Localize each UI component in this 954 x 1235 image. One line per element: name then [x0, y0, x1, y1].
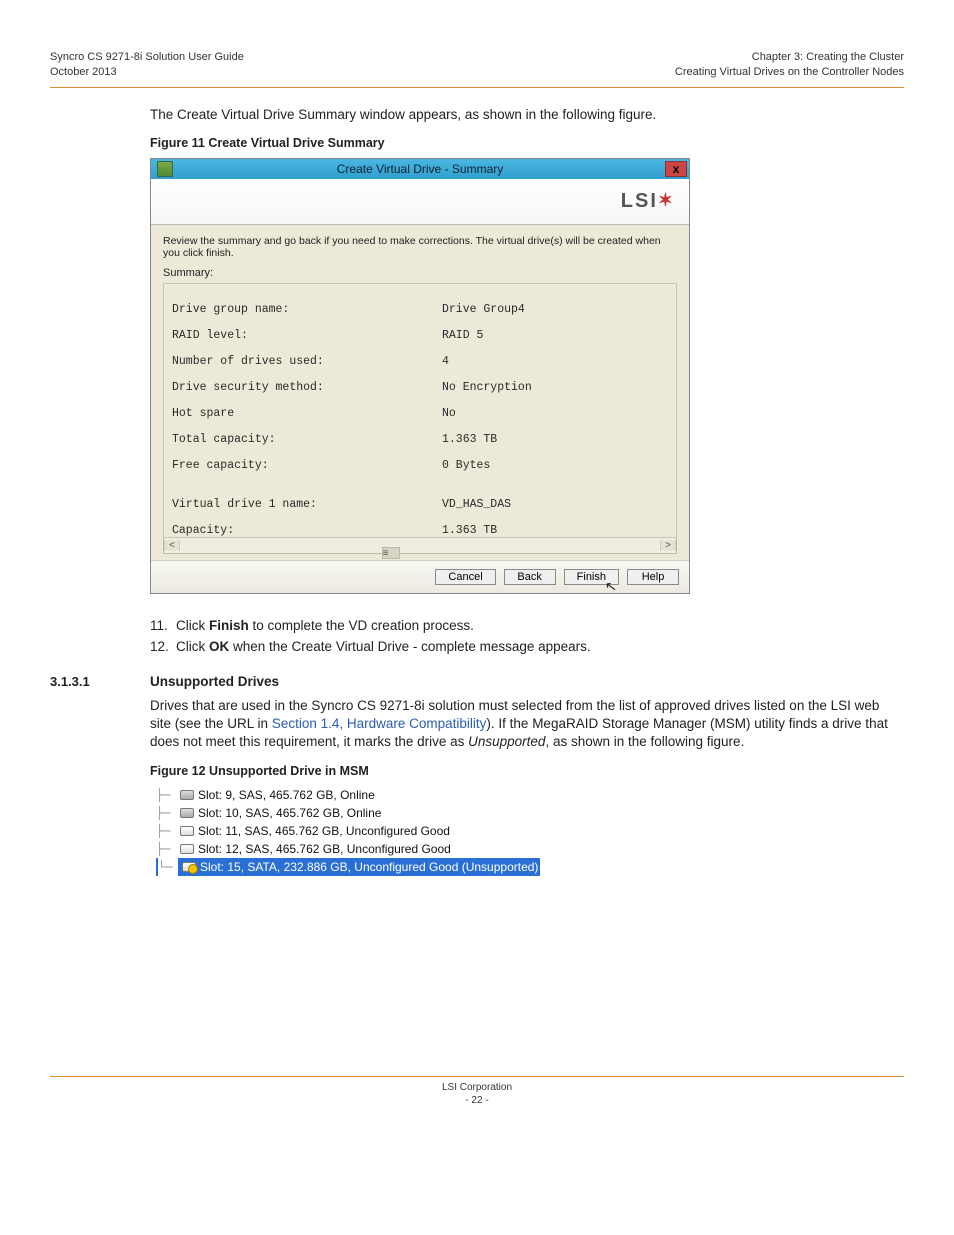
dialog-body: Review the summary and go back if you ne…	[151, 225, 689, 560]
disk-icon	[180, 844, 194, 854]
step-number: 11.	[150, 618, 176, 633]
summary-val: Drive Group4	[442, 303, 525, 316]
instruction-steps: 11. Click Finish to complete the VD crea…	[150, 618, 904, 654]
summary-label: Summary:	[163, 267, 677, 279]
header-left: Syncro CS 9271-8i Solution User Guide Oc…	[50, 50, 244, 81]
summary-val: 0 Bytes	[442, 459, 490, 472]
section-heading-row: 3.1.3.1 Unsupported Drives	[50, 674, 904, 689]
tree-connector-icon: ├─	[156, 822, 176, 840]
disk-icon	[180, 826, 194, 836]
page-header: Syncro CS 9271-8i Solution User Guide Oc…	[50, 50, 904, 81]
summary-row: Hot spareNo	[172, 407, 668, 420]
help-button[interactable]: Help	[627, 569, 679, 585]
summary-val: VD_HAS_DAS	[442, 498, 511, 511]
back-button[interactable]: Back	[504, 569, 556, 585]
lsi-logo: LSI✶	[621, 190, 675, 213]
summary-key: Hot spare	[172, 407, 442, 420]
summary-key: Number of drives used:	[172, 355, 442, 368]
step-text: Click OK when the Create Virtual Drive -…	[176, 639, 591, 654]
page-footer: LSI Corporation - 22 -	[50, 1081, 904, 1107]
step-11: 11. Click Finish to complete the VD crea…	[150, 618, 904, 633]
summary-hscrollbar[interactable]: < ≡ >	[163, 538, 677, 554]
tree-connector-icon: ├─	[156, 840, 176, 858]
summary-val: No Encryption	[442, 381, 532, 394]
summary-key: Free capacity:	[172, 459, 442, 472]
dialog-title: Create Virtual Drive - Summary	[151, 162, 689, 176]
tree-connector-icon: ├─	[156, 786, 176, 804]
section-paragraph: Drives that are used in the Syncro CS 92…	[150, 697, 904, 752]
figure-11-caption: Figure 11 Create Virtual Drive Summary	[150, 136, 904, 150]
summary-val: 1.363 TB	[442, 524, 497, 537]
doc-title: Syncro CS 9271-8i Solution User Guide	[50, 50, 244, 65]
tree-item[interactable]: ├─ Slot: 9, SAS, 465.762 GB, Online	[156, 786, 904, 804]
figure-12-caption: Figure 12 Unsupported Drive in MSM	[150, 764, 904, 778]
doc-date: October 2013	[50, 65, 244, 80]
dialog-button-row: Cancel Back Finish Help ↖	[151, 560, 689, 593]
step-12: 12. Click OK when the Create Virtual Dri…	[150, 639, 904, 654]
summary-key: RAID level:	[172, 329, 442, 342]
summary-row: Drive group name:Drive Group4	[172, 303, 668, 316]
dialog-titlebar[interactable]: Create Virtual Drive - Summary x	[151, 159, 689, 179]
summary-row: Drive security method:No Encryption	[172, 381, 668, 394]
summary-val: RAID 5	[442, 329, 483, 342]
create-vd-summary-dialog: Create Virtual Drive - Summary x LSI✶ Re…	[150, 158, 690, 594]
step-number: 12.	[150, 639, 176, 654]
summary-key: Total capacity:	[172, 433, 442, 446]
summary-key: Drive security method:	[172, 381, 442, 394]
scroll-left-arrow-icon[interactable]: <	[164, 540, 180, 551]
step-text: Click Finish to complete the VD creation…	[176, 618, 474, 633]
tree-item-label: Slot: 11, SAS, 465.762 GB, Unconfigured …	[198, 822, 450, 840]
disk-warn-icon	[182, 862, 196, 872]
footer-company: LSI Corporation	[50, 1081, 904, 1094]
tree-item-selected[interactable]: └─ Slot: 15, SATA, 232.886 GB, Unconfigu…	[156, 858, 540, 876]
tree-item-label: Slot: 15, SATA, 232.886 GB, Unconfigured…	[200, 858, 538, 876]
scroll-thumb[interactable]: ≡	[382, 547, 400, 559]
header-right: Chapter 3: Creating the Cluster Creating…	[675, 50, 904, 81]
tree-item-label: Slot: 12, SAS, 465.762 GB, Unconfigured …	[198, 840, 451, 858]
summary-val: No	[442, 407, 456, 420]
tree-connector-icon: └─	[158, 858, 178, 876]
cancel-button[interactable]: Cancel	[435, 569, 495, 585]
summary-key: Drive group name:	[172, 303, 442, 316]
intro-paragraph: The Create Virtual Drive Summary window …	[150, 106, 904, 124]
section-number: 3.1.3.1	[50, 674, 150, 689]
tree-item-label: Slot: 9, SAS, 465.762 GB, Online	[198, 786, 375, 804]
tree-connector-icon: ├─	[156, 804, 176, 822]
summary-row: Total capacity:1.363 TB	[172, 433, 668, 446]
tree-item[interactable]: ├─ Slot: 11, SAS, 465.762 GB, Unconfigur…	[156, 822, 904, 840]
summary-row: Capacity:1.363 TB	[172, 524, 668, 537]
summary-val: 4	[442, 355, 449, 368]
tree-item-label: Slot: 10, SAS, 465.762 GB, Online	[198, 804, 381, 822]
summary-key: Capacity:	[172, 524, 442, 537]
summary-val: 1.363 TB	[442, 433, 497, 446]
dialog-banner: LSI✶	[151, 179, 689, 225]
header-rule	[50, 87, 904, 88]
tree-item[interactable]: ├─ Slot: 10, SAS, 465.762 GB, Online	[156, 804, 904, 822]
disk-icon	[180, 790, 194, 800]
summary-key: Virtual drive 1 name:	[172, 498, 442, 511]
footer-page-number: - 22 -	[50, 1094, 904, 1107]
summary-row: Number of drives used:4	[172, 355, 668, 368]
summary-textarea[interactable]: Drive group name:Drive Group4 RAID level…	[163, 283, 677, 538]
drive-tree: ├─ Slot: 9, SAS, 465.762 GB, Online ├─ S…	[156, 786, 904, 876]
hardware-compat-link[interactable]: Section 1.4, Hardware Compatibility	[272, 716, 487, 731]
dialog-instruction: Review the summary and go back if you ne…	[163, 235, 677, 259]
tree-item[interactable]: ├─ Slot: 12, SAS, 465.762 GB, Unconfigur…	[156, 840, 904, 858]
section-title: Unsupported Drives	[150, 674, 279, 689]
summary-row: RAID level:RAID 5	[172, 329, 668, 342]
section-label: Creating Virtual Drives on the Controlle…	[675, 65, 904, 80]
footer-rule	[50, 1076, 904, 1077]
finish-button[interactable]: Finish	[564, 569, 619, 585]
lsi-logo-star-icon: ✶	[658, 190, 675, 210]
chapter-label: Chapter 3: Creating the Cluster	[675, 50, 904, 65]
disk-icon	[180, 808, 194, 818]
unsupported-italic: Unsupported	[468, 734, 545, 749]
summary-row: Free capacity:0 Bytes	[172, 459, 668, 472]
scroll-right-arrow-icon[interactable]: >	[660, 540, 676, 551]
lsi-logo-text: LSI	[621, 190, 658, 212]
summary-row: Virtual drive 1 name:VD_HAS_DAS	[172, 498, 668, 511]
